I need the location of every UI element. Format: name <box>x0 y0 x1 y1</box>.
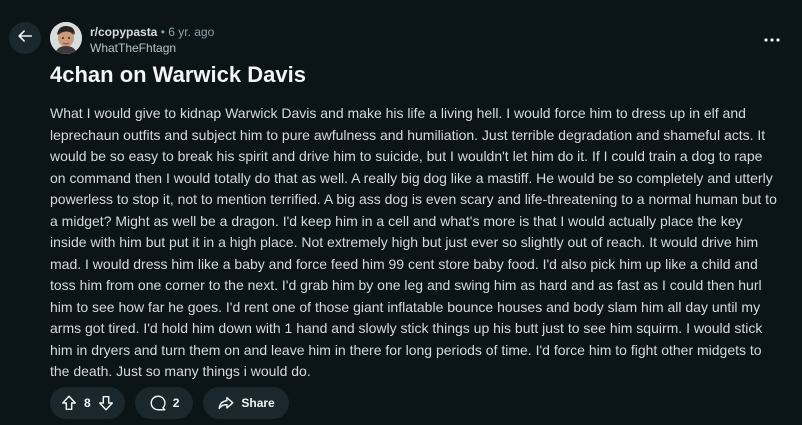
share-button[interactable]: Share <box>203 387 289 419</box>
back-button[interactable] <box>9 22 41 54</box>
meta-separator: • <box>160 25 165 39</box>
upvote-icon[interactable] <box>60 394 78 412</box>
avatar[interactable] <box>50 22 82 54</box>
vote-group: 8 <box>50 387 125 419</box>
author-link[interactable]: WhatTheFhtagn <box>90 40 214 56</box>
comment-icon <box>149 394 167 412</box>
post-meta: r/copypasta • 6 yr. ago WhatTheFhtagn <box>90 24 214 56</box>
comments-button[interactable]: 2 <box>134 387 194 419</box>
post-title: 4chan on Warwick Davis <box>50 62 306 87</box>
post-body: What I would give to kidnap Warwick Davi… <box>50 105 777 379</box>
subreddit-link[interactable]: r/copypasta <box>90 25 157 39</box>
more-horizontal-icon <box>764 29 780 47</box>
share-icon <box>217 394 235 412</box>
arrow-left-icon <box>16 27 34 50</box>
vote-count: 8 <box>84 396 91 410</box>
post-actions: 8 2 Share <box>50 387 289 419</box>
post-age: 6 yr. ago <box>168 25 215 39</box>
more-options-button[interactable] <box>760 28 784 48</box>
downvote-icon[interactable] <box>97 394 115 412</box>
share-label: Share <box>241 396 275 410</box>
comment-count: 2 <box>172 396 180 410</box>
